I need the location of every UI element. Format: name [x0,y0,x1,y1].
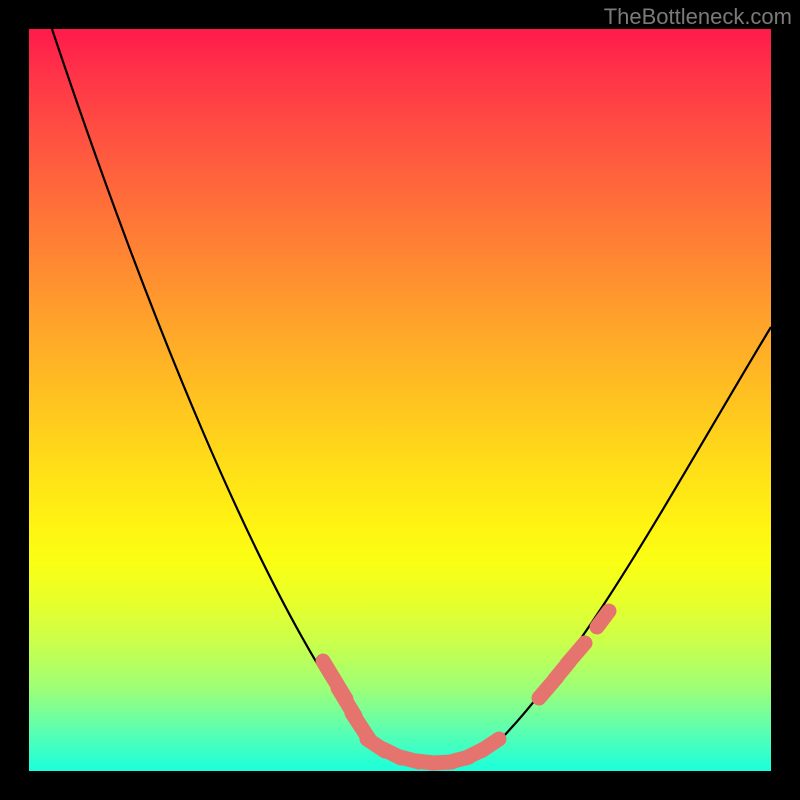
curve-marker [474,732,507,759]
watermark-text: TheBottleneck.com [604,4,792,30]
chart-svg [29,29,771,771]
bottleneck-curve [52,29,771,766]
chart-plot-area [29,29,771,771]
curve-markers-group [316,604,617,771]
curve-marker [560,636,593,672]
